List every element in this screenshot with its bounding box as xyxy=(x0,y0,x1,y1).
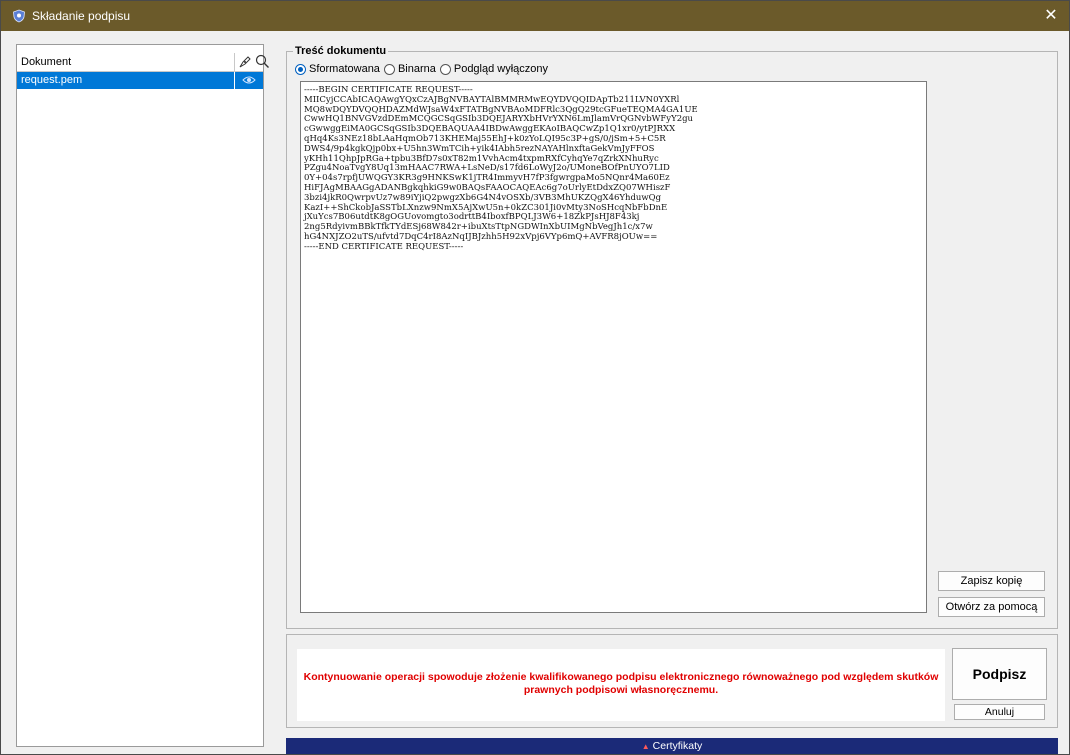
document-column-header: Dokument xyxy=(21,56,72,68)
document-list-header: Dokument xyxy=(17,53,269,72)
save-copy-button[interactable]: Zapisz kopię xyxy=(938,571,1045,591)
sign-button[interactable]: Podpisz xyxy=(952,648,1047,700)
certificates-bar[interactable]: ▲ Certyfikaty xyxy=(286,738,1058,754)
radio-binary[interactable]: Binarna xyxy=(383,63,436,75)
sign-pen-icon[interactable] xyxy=(238,54,253,69)
document-list: Dokument request.pem xyxy=(16,44,269,747)
window-title: Składanie podpisu xyxy=(32,9,131,23)
radio-checked-icon xyxy=(295,63,306,75)
legal-warning-text: Kontynuowanie operacji spowoduje złożeni… xyxy=(303,671,939,696)
close-button[interactable]: ✕ xyxy=(1041,6,1061,26)
radio-unchecked-icon xyxy=(383,63,395,75)
expand-arrow-icon: ▲ xyxy=(641,742,650,751)
radio-label: Podgląd wyłączony xyxy=(453,63,549,75)
radio-label: Binarna xyxy=(397,63,436,75)
radio-unchecked-icon xyxy=(439,63,451,75)
list-item[interactable]: request.pem xyxy=(17,72,263,89)
close-icon: ✕ xyxy=(1044,7,1058,24)
eye-icon[interactable] xyxy=(242,74,256,86)
document-name: request.pem xyxy=(21,74,83,86)
content-line: -----END CERTIFICATE REQUEST----- xyxy=(304,241,464,252)
radio-preview-off[interactable]: Podgląd wyłączony xyxy=(439,63,549,75)
open-with-button[interactable]: Otwórz za pomocą xyxy=(938,597,1045,617)
search-icon[interactable] xyxy=(255,54,270,69)
cancel-button[interactable]: Anuluj xyxy=(954,704,1045,720)
radio-formatted[interactable]: Sformatowana xyxy=(295,63,380,75)
row-separator xyxy=(234,72,235,89)
title-bar: Składanie podpisu ✕ xyxy=(1,1,1069,31)
certificates-label: Certyfikaty xyxy=(652,740,703,752)
warning-box: Kontynuowanie operacji spowoduje złożeni… xyxy=(297,649,945,721)
document-content-title: Treść dokumentu xyxy=(293,45,389,57)
signing-dialog: Składanie podpisu ✕ Dokument request.pem xyxy=(0,0,1070,755)
radio-label: Sformatowana xyxy=(309,63,380,75)
app-shield-icon xyxy=(13,9,25,23)
view-mode-radios: Sformatowana Binarna Podgląd wyłączony xyxy=(295,63,552,75)
column-separator xyxy=(234,53,235,71)
document-content-text[interactable]: -----BEGIN CERTIFICATE REQUEST----- MIIC… xyxy=(300,81,927,613)
